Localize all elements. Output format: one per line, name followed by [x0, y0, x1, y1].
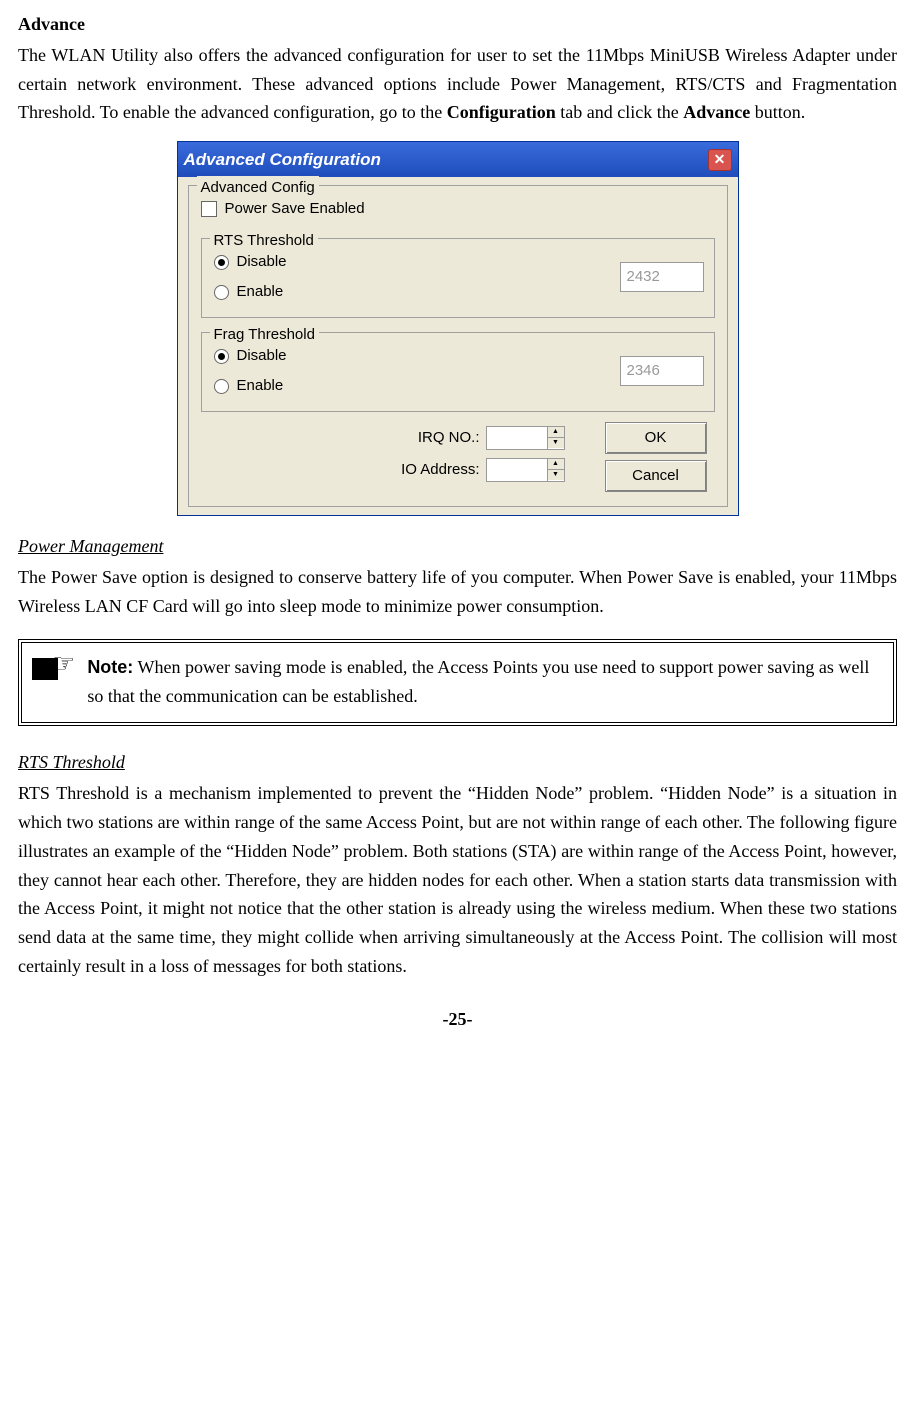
rts-threshold-heading: RTS Threshold	[18, 748, 897, 777]
chevron-down-icon[interactable]: ▼	[548, 470, 564, 480]
frag-legend: Frag Threshold	[210, 323, 319, 347]
intro-end: button.	[750, 102, 805, 122]
advanced-config-group: Advanced Config Power Save Enabled RTS T…	[188, 185, 728, 507]
frag-disable-label: Disable	[237, 344, 287, 368]
chevron-up-icon[interactable]: ▲	[548, 427, 564, 438]
irq-label: IRQ NO.:	[418, 426, 480, 450]
rts-value-input[interactable]: 2432	[620, 262, 704, 292]
rts-disable-label: Disable	[237, 250, 287, 274]
frag-threshold-group: Frag Threshold Disable Enable 2346	[201, 332, 715, 412]
page-number: -25-	[18, 1005, 897, 1034]
io-spinner[interactable]: ▲▼	[486, 458, 565, 482]
frag-enable-radio[interactable]	[214, 379, 229, 394]
advanced-config-legend: Advanced Config	[197, 176, 319, 200]
frag-disable-radio[interactable]	[214, 349, 229, 364]
note-label: Note:	[87, 657, 133, 677]
cancel-button[interactable]: Cancel	[605, 460, 707, 492]
advanced-config-dialog: Advanced Configuration ✕ Advanced Config…	[177, 141, 739, 516]
chevron-down-icon[interactable]: ▼	[548, 438, 564, 448]
rts-disable-radio[interactable]	[214, 255, 229, 270]
note-text: When power saving mode is enabled, the A…	[87, 657, 869, 706]
close-icon[interactable]: ✕	[708, 149, 732, 171]
rts-threshold-group: RTS Threshold Disable Enable 2432	[201, 238, 715, 318]
heading-advance: Advance	[18, 10, 897, 39]
ok-button[interactable]: OK	[605, 422, 707, 454]
intro-bold-configuration: Configuration	[447, 102, 556, 122]
rts-enable-radio[interactable]	[214, 285, 229, 300]
irq-spinner[interactable]: ▲▼	[486, 426, 565, 450]
power-save-label: Power Save Enabled	[225, 197, 365, 221]
note-box: ☞ Note: When power saving mode is enable…	[18, 639, 897, 727]
intro-mid: tab and click the	[556, 102, 683, 122]
rts-legend: RTS Threshold	[210, 229, 318, 253]
dialog-title: Advanced Configuration	[184, 146, 381, 173]
hand-point-icon: ☞	[32, 653, 75, 683]
intro-paragraph: The WLAN Utility also offers the advance…	[18, 41, 897, 127]
frag-enable-label: Enable	[237, 374, 284, 398]
frag-value-input[interactable]: 2346	[620, 356, 704, 386]
intro-bold-advance: Advance	[683, 102, 750, 122]
power-management-heading: Power Management	[18, 532, 897, 561]
chevron-up-icon[interactable]: ▲	[548, 459, 564, 470]
power-management-paragraph: The Power Save option is designed to con…	[18, 563, 897, 621]
power-save-checkbox[interactable]	[201, 201, 217, 217]
dialog-titlebar: Advanced Configuration ✕	[178, 142, 738, 177]
rts-threshold-paragraph: RTS Threshold is a mechanism implemented…	[18, 779, 897, 981]
rts-enable-label: Enable	[237, 280, 284, 304]
io-label: IO Address:	[401, 458, 479, 482]
